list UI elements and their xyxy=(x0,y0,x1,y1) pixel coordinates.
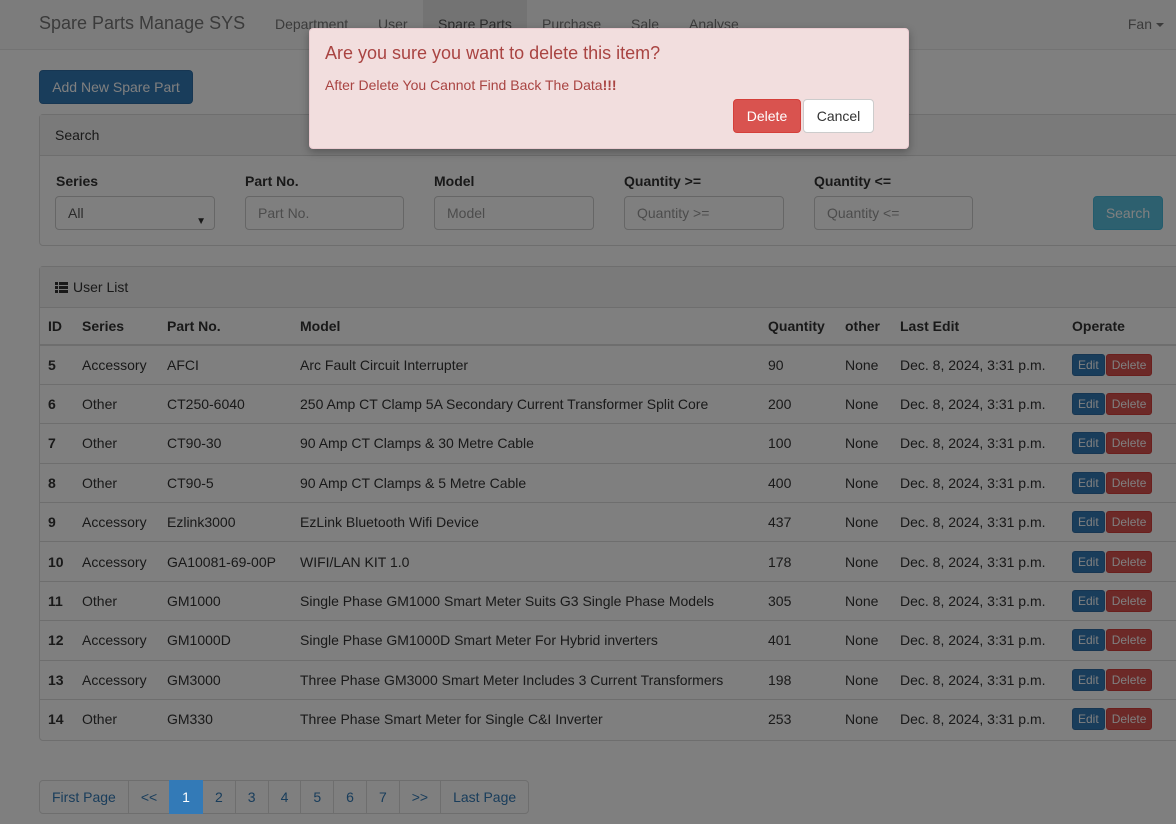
confirm-delete-button[interactable]: Delete xyxy=(733,99,801,133)
delete-confirm-dialog: Are you sure you want to delete this ite… xyxy=(309,28,909,149)
dialog-message-emphasis: !!! xyxy=(602,77,617,93)
dialog-message: After Delete You Cannot Find Back The Da… xyxy=(325,77,617,93)
dialog-message-text: After Delete You Cannot Find Back The Da… xyxy=(325,77,603,93)
cancel-button[interactable]: Cancel xyxy=(803,99,874,133)
dialog-title: Are you sure you want to delete this ite… xyxy=(325,43,661,63)
page-button-1[interactable]: 1 xyxy=(169,780,203,814)
